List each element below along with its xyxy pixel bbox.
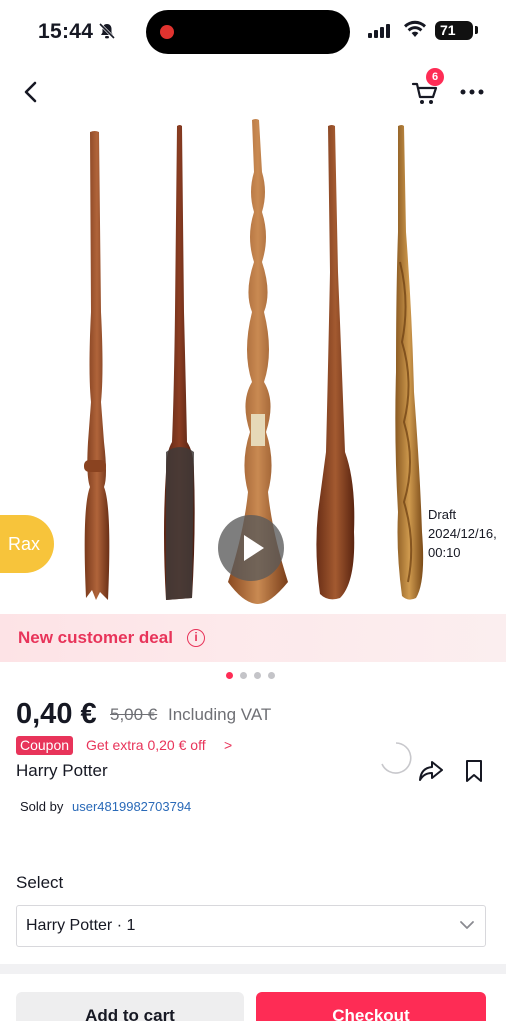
pagination-dot bbox=[268, 672, 275, 679]
seller-link[interactable]: user4819982703794 bbox=[72, 799, 191, 814]
product-media-gallery[interactable]: Rax Draft 2024/12/16, 00:10 bbox=[0, 112, 506, 614]
bookmark-icon[interactable] bbox=[464, 759, 484, 783]
wand-1 bbox=[84, 131, 110, 600]
coupon-text[interactable]: Get extra 0,20 € off bbox=[86, 737, 206, 753]
pagination-dot bbox=[240, 672, 247, 679]
product-title: Harry Potter bbox=[16, 761, 108, 780]
add-to-cart-button[interactable]: Add to cart bbox=[16, 992, 244, 1021]
coupon-tag[interactable]: Coupon bbox=[16, 736, 74, 755]
variant-selected-value: Harry Potter · 1 bbox=[26, 917, 136, 934]
checkout-button[interactable]: Checkout bbox=[256, 992, 486, 1021]
more-icon[interactable] bbox=[458, 82, 486, 102]
variant-select-label: Select bbox=[16, 873, 64, 892]
battery-icon: 71 bbox=[435, 21, 473, 40]
variant-select[interactable]: Harry Potter · 1 bbox=[16, 905, 486, 947]
pagination-dot bbox=[226, 672, 233, 679]
share-icon[interactable] bbox=[418, 759, 444, 783]
recording-indicator bbox=[160, 25, 174, 39]
status-time: 15:44 bbox=[38, 20, 94, 43]
battery-cap bbox=[475, 26, 478, 34]
current-price: 0,40 € bbox=[16, 698, 97, 730]
loading-spinner-icon bbox=[381, 742, 412, 774]
pagination-dot bbox=[254, 672, 261, 679]
play-video-button[interactable] bbox=[218, 515, 284, 581]
wifi-icon bbox=[404, 20, 426, 37]
back-arrow-icon[interactable] bbox=[18, 78, 44, 106]
status-bar: 15:44 71 bbox=[0, 0, 506, 62]
section-divider bbox=[0, 964, 506, 974]
signal-icon bbox=[368, 24, 390, 38]
new-customer-deal-banner[interactable]: New customer deal i bbox=[0, 614, 506, 662]
vat-note: Including VAT bbox=[168, 705, 272, 724]
draft-timestamp: Draft 2024/12/16, 00:10 bbox=[428, 507, 497, 560]
chevron-right-icon[interactable]: > bbox=[224, 737, 232, 753]
original-price: 5,00 € bbox=[110, 705, 158, 724]
info-icon[interactable]: i bbox=[187, 629, 205, 647]
dynamic-island bbox=[146, 10, 350, 54]
deal-text: New customer deal bbox=[18, 628, 173, 647]
chevron-down-icon bbox=[460, 921, 474, 929]
wand-4 bbox=[316, 125, 355, 600]
bell-off-icon bbox=[98, 22, 116, 40]
cart-count-badge: 6 bbox=[426, 68, 444, 86]
sold-by-label: Sold by bbox=[20, 799, 64, 814]
